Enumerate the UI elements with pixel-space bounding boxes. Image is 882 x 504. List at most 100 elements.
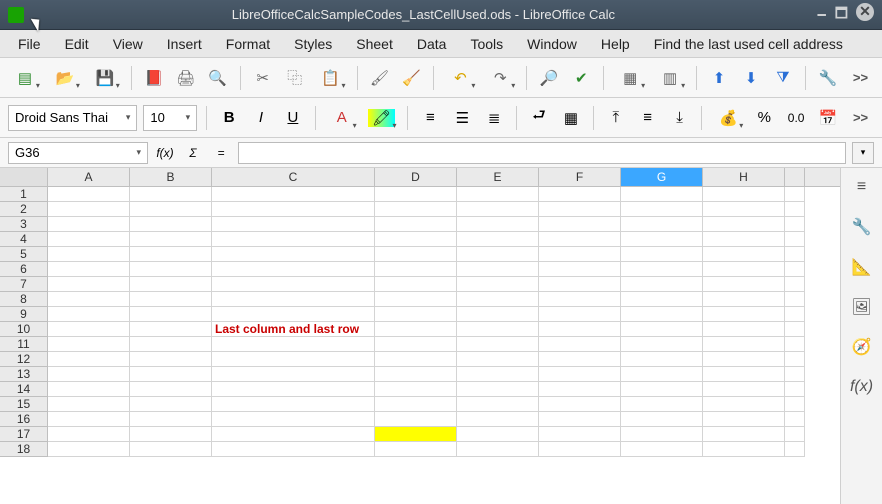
cell[interactable] <box>457 337 539 352</box>
cell[interactable] <box>621 382 703 397</box>
cell[interactable] <box>703 262 785 277</box>
cell[interactable] <box>539 277 621 292</box>
row-header[interactable]: 11 <box>0 337 48 352</box>
align-right-button[interactable]: ≣ <box>481 105 507 131</box>
cell[interactable] <box>130 217 212 232</box>
cell[interactable] <box>703 322 785 337</box>
sum-button[interactable]: Σ <box>182 146 204 160</box>
maximize-button[interactable]: 🗖 <box>835 3 848 27</box>
cell[interactable] <box>457 307 539 322</box>
styles-icon[interactable]: 📐 <box>849 254 875 280</box>
cell[interactable] <box>457 187 539 202</box>
cell[interactable] <box>539 442 621 457</box>
wrap-text-button[interactable]: ⮐ <box>526 105 552 131</box>
valign-bottom-button[interactable]: ⤓ <box>667 105 693 131</box>
row-header[interactable]: 1 <box>0 187 48 202</box>
cell[interactable] <box>457 322 539 337</box>
undo-button[interactable]: ↶ <box>443 65 477 91</box>
menu-sheet[interactable]: Sheet <box>346 32 403 56</box>
row-header[interactable]: 14 <box>0 382 48 397</box>
cell[interactable] <box>130 337 212 352</box>
cell[interactable] <box>785 442 805 457</box>
align-center-button[interactable]: ☰ <box>449 105 475 131</box>
cell[interactable] <box>48 412 130 427</box>
cell[interactable] <box>539 232 621 247</box>
cell[interactable] <box>539 382 621 397</box>
cell[interactable] <box>212 352 375 367</box>
cell[interactable] <box>375 292 457 307</box>
cell[interactable] <box>375 187 457 202</box>
cell[interactable] <box>539 367 621 382</box>
cell[interactable] <box>375 277 457 292</box>
equals-button[interactable]: = <box>210 146 232 160</box>
cell[interactable] <box>212 292 375 307</box>
cell[interactable] <box>130 352 212 367</box>
cell[interactable] <box>785 352 805 367</box>
cell[interactable] <box>375 382 457 397</box>
name-box[interactable]: G36 ▾ <box>8 142 148 164</box>
cell[interactable] <box>457 397 539 412</box>
cell[interactable] <box>130 307 212 322</box>
cell[interactable] <box>785 322 805 337</box>
cell[interactable] <box>785 427 805 442</box>
row-header[interactable]: 17 <box>0 427 48 442</box>
cell[interactable] <box>130 322 212 337</box>
row-header[interactable]: 13 <box>0 367 48 382</box>
cell[interactable] <box>703 307 785 322</box>
cell[interactable] <box>539 352 621 367</box>
cell[interactable] <box>621 202 703 217</box>
cell[interactable] <box>703 232 785 247</box>
cell[interactable] <box>48 292 130 307</box>
cell[interactable] <box>212 217 375 232</box>
cell[interactable] <box>703 427 785 442</box>
column-header-h[interactable]: H <box>703 168 785 186</box>
cell[interactable] <box>130 232 212 247</box>
cell[interactable] <box>375 367 457 382</box>
cell[interactable] <box>130 277 212 292</box>
cell[interactable] <box>48 247 130 262</box>
number-format-button[interactable]: 0.0 <box>783 105 809 131</box>
sidebar-settings-icon[interactable]: ≡ <box>849 174 875 200</box>
formatting-overflow[interactable]: >> <box>847 110 874 125</box>
cell[interactable] <box>621 322 703 337</box>
cell[interactable] <box>457 427 539 442</box>
cell[interactable] <box>703 412 785 427</box>
cell[interactable] <box>703 352 785 367</box>
cell[interactable] <box>621 187 703 202</box>
column-header-d[interactable]: D <box>375 168 457 186</box>
cell[interactable] <box>621 217 703 232</box>
cell[interactable] <box>457 382 539 397</box>
cell[interactable] <box>539 397 621 412</box>
cell[interactable] <box>375 322 457 337</box>
cell[interactable] <box>621 367 703 382</box>
cell[interactable] <box>212 337 375 352</box>
cell[interactable] <box>48 352 130 367</box>
cell[interactable] <box>539 247 621 262</box>
cell[interactable] <box>457 247 539 262</box>
row-header[interactable]: 10 <box>0 322 48 337</box>
cell[interactable] <box>785 232 805 247</box>
bold-button[interactable]: B <box>216 105 242 131</box>
save-button[interactable]: 💾 <box>88 65 122 91</box>
menu-find-last-cell[interactable]: Find the last used cell address <box>644 32 853 56</box>
gallery-icon[interactable]: 🖼 <box>849 294 875 320</box>
functions-icon[interactable]: f(x) <box>849 374 875 400</box>
cell[interactable] <box>539 337 621 352</box>
toolbar-overflow[interactable]: >> <box>847 70 874 85</box>
paste-button[interactable]: 📋 <box>314 65 348 91</box>
print-preview-button[interactable]: 🔍 <box>205 65 231 91</box>
cell[interactable] <box>130 292 212 307</box>
autofilter-button[interactable]: ⧩ <box>770 65 796 91</box>
cell[interactable] <box>621 292 703 307</box>
properties-icon[interactable]: 🔧 <box>849 214 875 240</box>
cell[interactable] <box>48 367 130 382</box>
menu-data[interactable]: Data <box>407 32 457 56</box>
cell[interactable] <box>703 187 785 202</box>
cell[interactable] <box>48 337 130 352</box>
column-header-e[interactable]: E <box>457 168 539 186</box>
cell[interactable] <box>621 247 703 262</box>
clone-formatting-button[interactable]: 🖌 <box>367 65 393 91</box>
cell[interactable] <box>375 412 457 427</box>
cell[interactable] <box>130 397 212 412</box>
extension-button[interactable]: 🔧 <box>815 65 841 91</box>
